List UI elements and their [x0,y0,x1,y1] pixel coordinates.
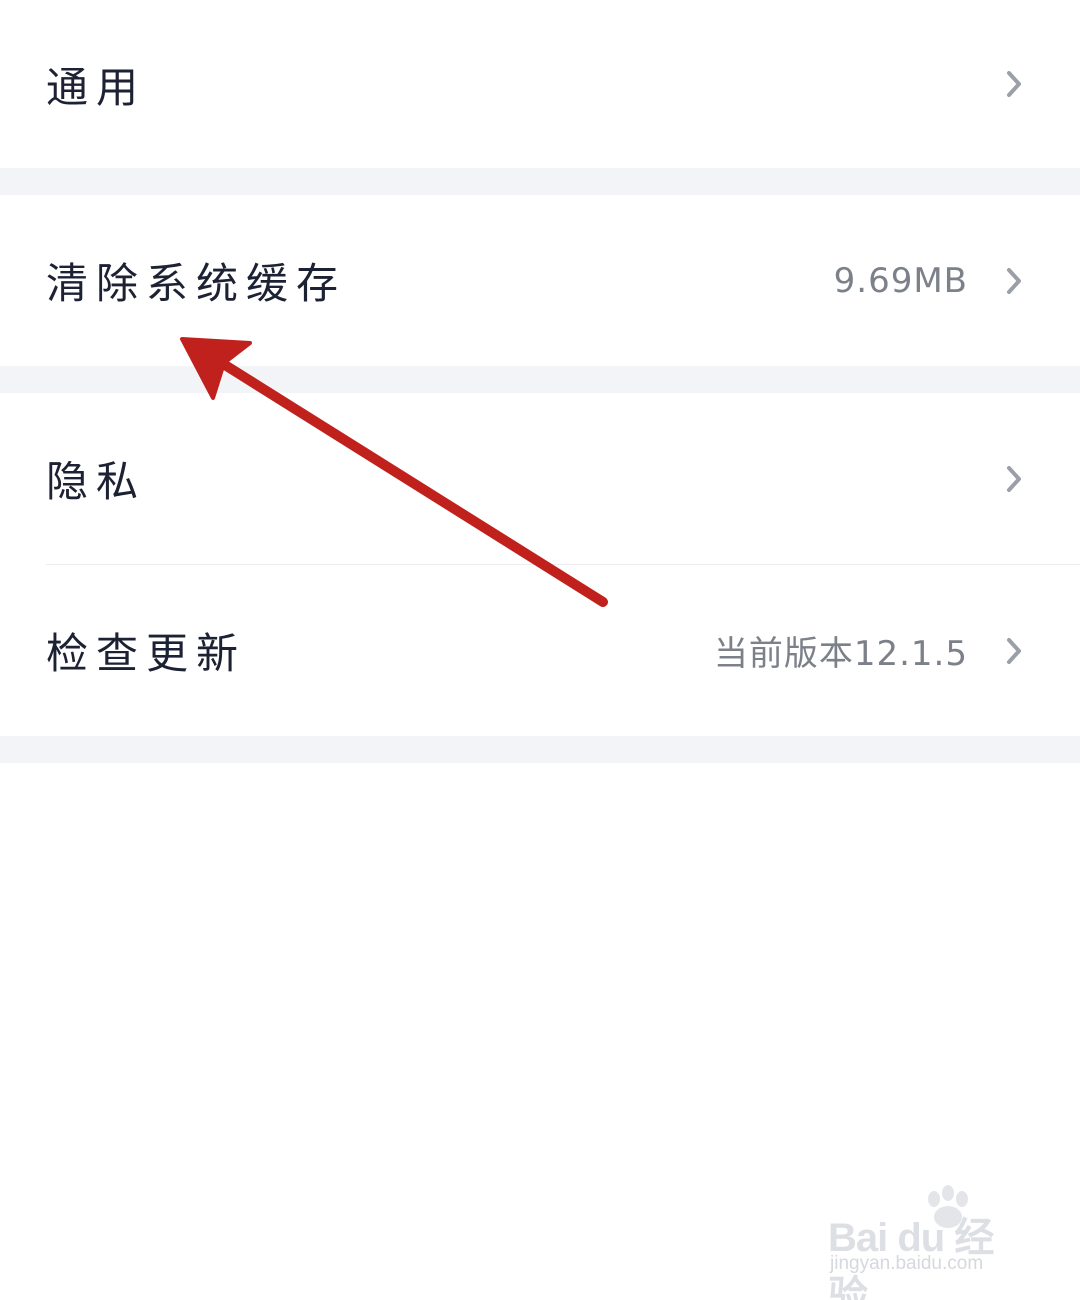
current-version-value: 当前版本12.1.5 [713,634,968,674]
baidu-jingyan-watermark: Bai du 经验 jingyan.baidu.com [828,1185,1028,1300]
chevron-right-icon [1000,465,1028,493]
watermark-url-text: jingyan.baidu.com [830,1253,984,1274]
section-gap [0,736,1080,763]
settings-row-label: 隐私 [46,457,147,506]
section-gap [0,168,1080,195]
settings-page: 通用 清除系统缓存 9.69MB 隐私 检查更新 当前版本12.1.5 Bai … [0,0,1080,1300]
chevron-right-icon [1000,70,1028,98]
chevron-right-icon [1000,637,1028,665]
cache-size-value: 9.69MB [833,260,968,301]
settings-row-label: 通用 [46,62,147,112]
section-gap [0,366,1080,393]
settings-row-clear-cache[interactable]: 清除系统缓存 9.69MB [0,195,1080,366]
settings-row-label: 检查更新 [46,629,247,678]
chevron-right-icon [1000,267,1028,295]
settings-row-check-update[interactable]: 检查更新 当前版本12.1.5 [0,565,1080,736]
settings-row-privacy[interactable]: 隐私 [0,393,1080,564]
settings-row-label: 清除系统缓存 [46,259,347,308]
settings-row-general[interactable]: 通用 [0,0,1080,168]
